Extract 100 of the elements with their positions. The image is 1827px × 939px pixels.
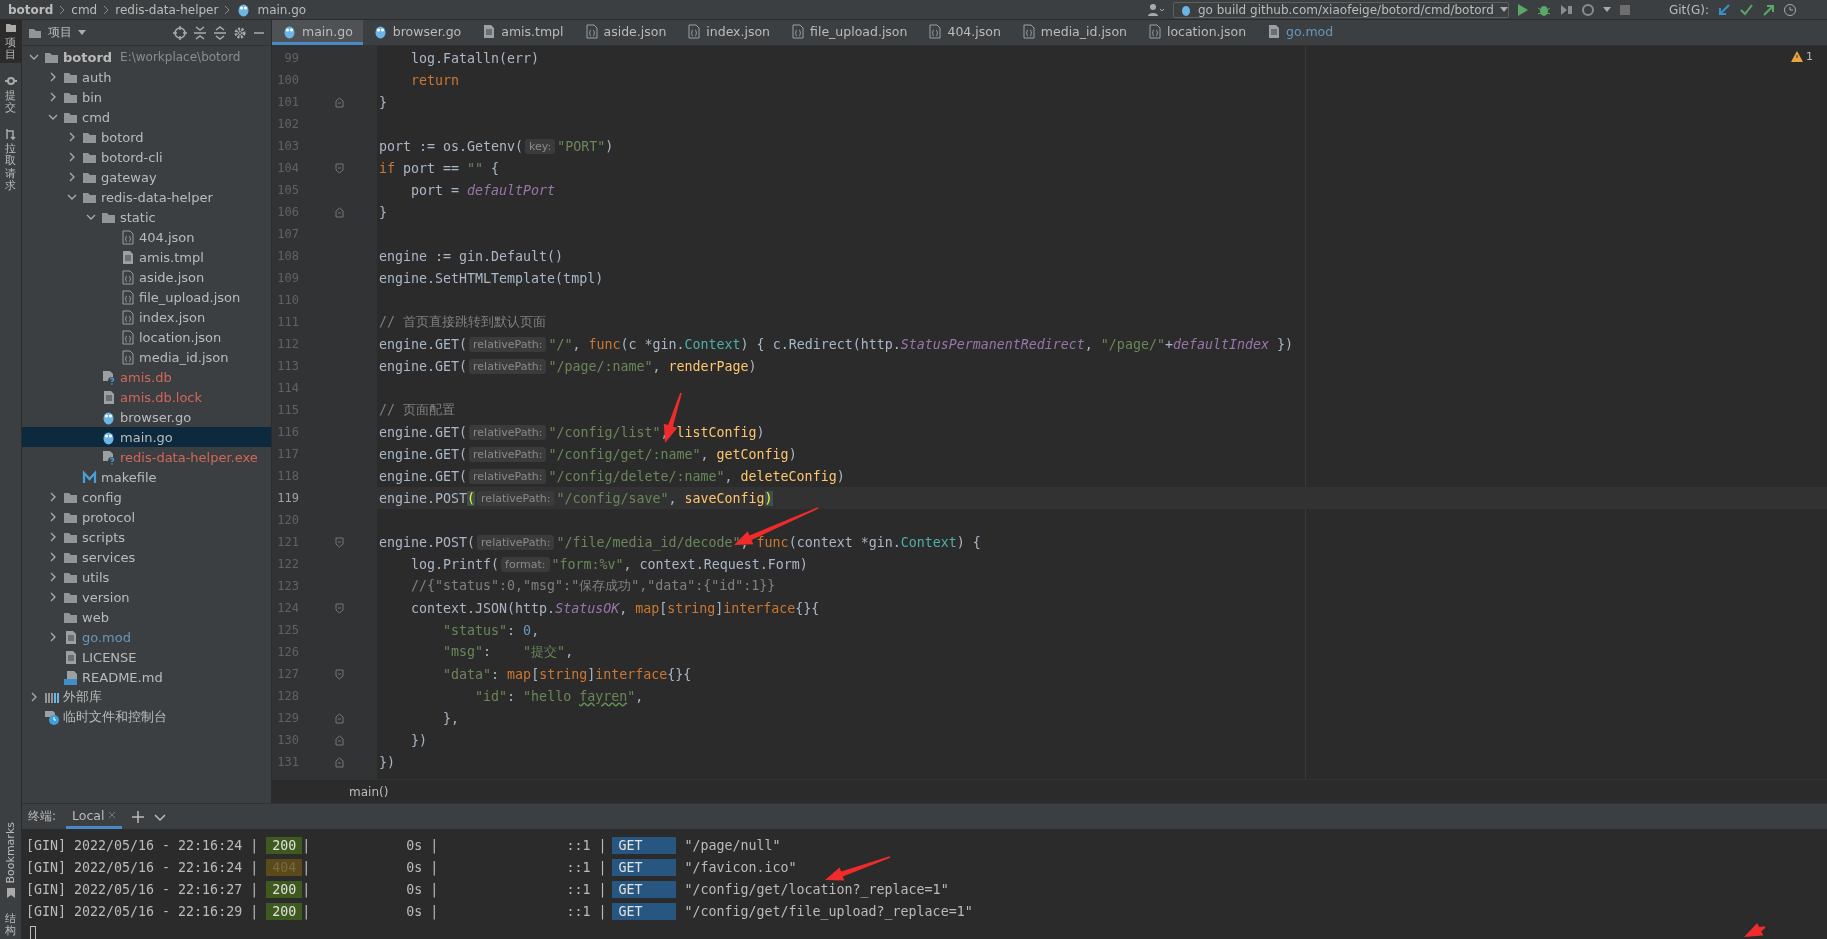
fold-marker-icon[interactable] xyxy=(334,206,344,218)
tool-window-button[interactable]: 结构 xyxy=(0,910,21,939)
tree-item[interactable]: media_id.json xyxy=(22,347,271,367)
log-text: [GIN] 2022/05/16 - 22:16:27 | xyxy=(26,881,260,897)
breadcrumb-item[interactable]: main() xyxy=(349,784,389,799)
json-file-icon xyxy=(120,269,135,285)
tool-window-button[interactable]: Bookmarks xyxy=(0,820,21,901)
editor-tab[interactable]: location.json xyxy=(1136,20,1257,45)
update-arrow-icon[interactable] xyxy=(1717,2,1731,17)
fold-marker-icon[interactable] xyxy=(334,734,344,746)
tree-item[interactable]: aside.json xyxy=(22,267,271,287)
tree-item[interactable]: services xyxy=(22,547,271,567)
tree-item[interactable]: protocol xyxy=(22,507,271,527)
tree-item[interactable]: static xyxy=(22,207,271,227)
tool-window-button[interactable]: 项目 xyxy=(0,20,21,64)
tree-item[interactable]: 临时文件和控制台 xyxy=(22,707,271,727)
tree-item-label: protocol xyxy=(82,509,136,525)
checkmark-icon[interactable] xyxy=(1739,2,1753,17)
json-file-icon xyxy=(583,23,599,39)
tree-item[interactable]: config xyxy=(22,487,271,507)
caret-icon[interactable] xyxy=(1602,6,1611,13)
tree-item[interactable]: amis.db.lock xyxy=(22,387,271,407)
push-arrow-icon[interactable] xyxy=(1761,2,1775,17)
fold-marker-icon[interactable] xyxy=(334,668,344,680)
run-configuration-dropdown[interactable]: go build github.com/xiaofeige/botord/cmd/botord xyxy=(1172,1,1509,18)
settings-icon[interactable] xyxy=(233,25,247,40)
tree-item[interactable]: scripts xyxy=(22,527,271,547)
editor-tab[interactable]: 404.json xyxy=(917,20,1011,45)
fold-marker-icon[interactable] xyxy=(334,602,344,614)
editor-tab[interactable]: amis.tmpl xyxy=(471,20,574,45)
tree-item[interactable]: amis.tmpl xyxy=(22,247,271,267)
tree-item[interactable]: browser.go xyxy=(22,407,271,427)
plus-icon[interactable] xyxy=(132,810,145,823)
tree-item[interactable]: amis.db xyxy=(22,367,271,387)
tree-item[interactable]: botord E:\workplace\botord xyxy=(22,47,271,67)
tree-item[interactable]: go.mod xyxy=(22,627,271,647)
fold-marker-icon[interactable] xyxy=(334,96,344,108)
fold-marker-icon[interactable] xyxy=(334,162,344,174)
status-code: 200 xyxy=(266,902,303,920)
tree-item[interactable]: web xyxy=(22,607,271,627)
breadcrumb-item[interactable]: main.go xyxy=(257,2,307,17)
log-text: [GIN] 2022/05/16 - 22:16:29 | xyxy=(26,903,260,919)
editor-tab[interactable]: go.mod xyxy=(1256,20,1344,45)
breadcrumb-item[interactable]: redis-data-helper xyxy=(115,2,219,17)
tree-item[interactable]: index.json xyxy=(22,307,271,327)
json-file-icon xyxy=(927,23,943,39)
parameter-hint: format: xyxy=(501,556,550,572)
breadcrumb-item[interactable]: botord xyxy=(8,2,54,17)
tree-item[interactable]: file_upload.json xyxy=(22,287,271,307)
expand-all-icon[interactable] xyxy=(193,25,207,40)
terminal-tab[interactable]: Local xyxy=(66,804,123,829)
tree-item-label: config xyxy=(82,489,122,505)
close-icon xyxy=(108,811,117,819)
tree-item[interactable]: location.json xyxy=(22,327,271,347)
tool-window-button[interactable]: 拉取请求 xyxy=(0,126,21,194)
text-file-icon xyxy=(101,389,116,405)
coverage-icon[interactable] xyxy=(1558,2,1573,17)
editor-tab[interactable]: browser.go xyxy=(362,20,472,45)
caret-icon[interactable] xyxy=(78,29,86,36)
fold-marker-icon[interactable] xyxy=(334,756,344,768)
tree-item[interactable]: utils xyxy=(22,567,271,587)
tree-item-label: main.go xyxy=(120,429,173,445)
profiler-icon[interactable] xyxy=(1580,2,1595,17)
tree-item[interactable]: auth xyxy=(22,67,271,87)
tree-item[interactable]: version xyxy=(22,587,271,607)
editor-tab[interactable]: index.json xyxy=(676,20,781,45)
breadcrumb-item[interactable]: cmd xyxy=(71,2,98,17)
tree-item[interactable]: botord xyxy=(22,127,271,147)
collapse-all-icon[interactable] xyxy=(213,25,227,40)
editor-tab[interactable]: file_upload.json xyxy=(780,20,918,45)
editor-tab[interactable]: main.go xyxy=(272,20,363,45)
tree-item[interactable]: makefile xyxy=(22,467,271,487)
tool-window-button[interactable]: 提交 xyxy=(0,73,21,117)
code-text: engine.GET( xyxy=(379,468,468,484)
run-icon[interactable] xyxy=(1516,2,1529,17)
log-text: | 0s | ::1 | xyxy=(302,837,607,853)
tree-item[interactable]: README.md xyxy=(22,667,271,687)
tree-item[interactable]: main.go xyxy=(22,427,271,447)
tree-item-label: browser.go xyxy=(120,409,192,425)
tree-item[interactable]: gateway xyxy=(22,167,271,187)
tree-item[interactable]: redis-data-helper.exe xyxy=(22,447,271,467)
clock-icon[interactable] xyxy=(1783,2,1797,17)
tree-item[interactable]: 404.json xyxy=(22,227,271,247)
editor-tab[interactable]: media_id.json xyxy=(1010,20,1137,45)
fold-marker-icon[interactable] xyxy=(334,536,344,548)
fold-marker-icon[interactable] xyxy=(334,712,344,724)
tree-item[interactable]: 外部库 xyxy=(22,687,271,707)
http-method: GET xyxy=(612,880,677,898)
tree-item[interactable]: bin xyxy=(22,87,271,107)
code-text: engine.POST xyxy=(379,490,468,506)
tree-item-label: makefile xyxy=(101,469,157,485)
tree-item[interactable]: LICENSE xyxy=(22,647,271,667)
user-icon[interactable] xyxy=(1146,2,1165,17)
tree-item-label: media_id.json xyxy=(139,349,229,365)
tree-item[interactable]: botord-cli xyxy=(22,147,271,167)
editor-tab[interactable]: aside.json xyxy=(573,20,677,45)
locate-icon[interactable] xyxy=(173,25,187,40)
tree-item[interactable]: redis-data-helper xyxy=(22,187,271,207)
warning-icon xyxy=(1791,51,1803,62)
tree-item[interactable]: cmd xyxy=(22,107,271,127)
